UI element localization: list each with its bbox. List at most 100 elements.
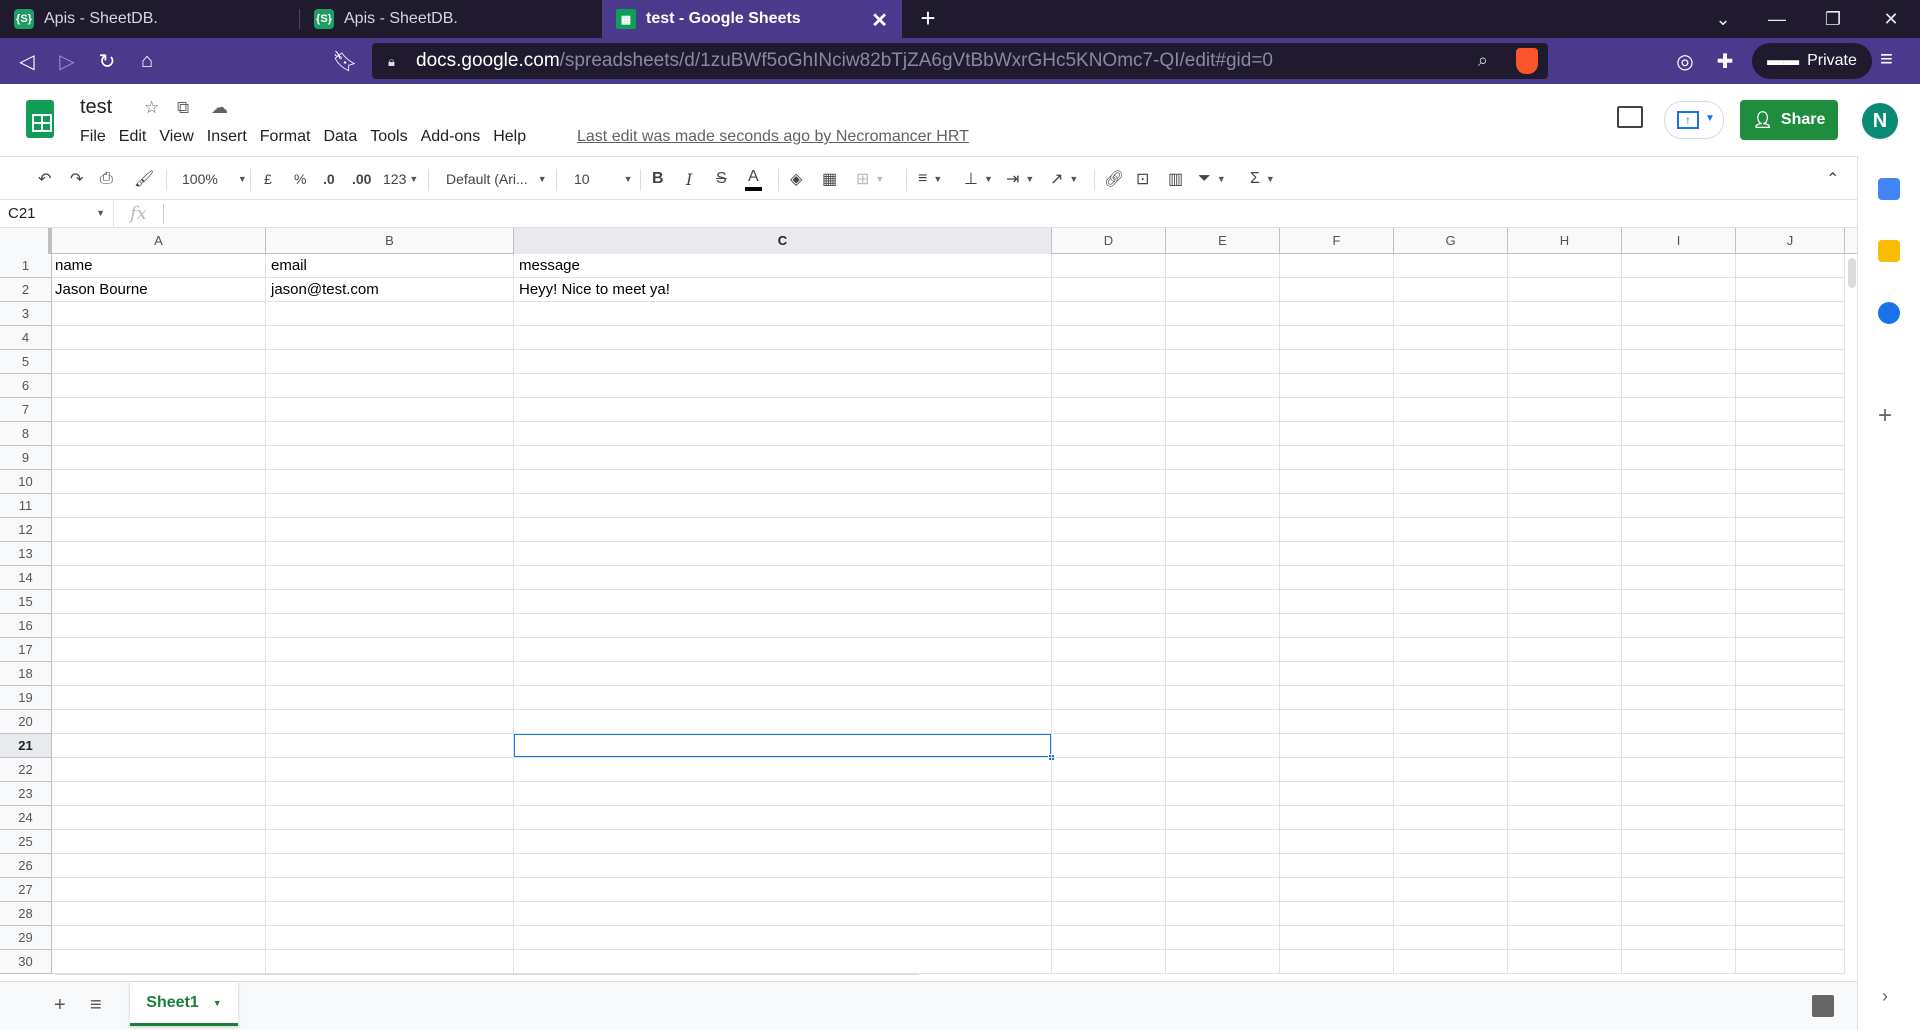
collapse-toolbar-icon[interactable]: ⌃	[1826, 167, 1839, 191]
incognito-extension-icon[interactable]: ◎	[1670, 46, 1700, 76]
cell-C2[interactable]: Heyy! Nice to meet ya!	[516, 281, 670, 298]
zoom-select[interactable]: 100% ▼	[182, 167, 247, 191]
new-tab-button[interactable]: +	[914, 4, 942, 32]
row-header-1[interactable]: 1	[0, 254, 52, 278]
home-button[interactable]: ⌂	[132, 46, 162, 76]
browser-menu-icon[interactable]: ≡	[1880, 46, 1893, 72]
strikethrough-button[interactable]: S	[716, 167, 727, 191]
horizontal-scrollbar-thumb[interactable]	[52, 974, 922, 975]
comments-icon[interactable]	[1617, 106, 1643, 128]
row-header-10[interactable]: 10	[0, 470, 52, 494]
horizontal-align-icon[interactable]: ≡ ▼	[918, 167, 942, 191]
row-header-8[interactable]: 8	[0, 422, 52, 446]
column-header-D[interactable]: D	[1052, 228, 1166, 254]
minimize-button[interactable]: —	[1752, 0, 1802, 38]
column-header-B[interactable]: B	[266, 228, 514, 254]
row-header-5[interactable]: 5	[0, 350, 52, 374]
column-header-F[interactable]: F	[1280, 228, 1394, 254]
tab-search-icon[interactable]: ⌄	[1698, 0, 1748, 38]
row-header-22[interactable]: 22	[0, 758, 52, 782]
font-size-select[interactable]: 10 ▼	[574, 167, 633, 191]
font-select[interactable]: Default (Ari... ▼	[446, 167, 547, 191]
row-header-30[interactable]: 30	[0, 950, 52, 974]
row-header-18[interactable]: 18	[0, 662, 52, 686]
account-avatar[interactable]: N	[1862, 103, 1898, 139]
insert-chart-icon[interactable]: ▥	[1168, 167, 1183, 191]
row-header-7[interactable]: 7	[0, 398, 52, 422]
menu-edit[interactable]: Edit	[119, 128, 147, 146]
row-header-17[interactable]: 17	[0, 638, 52, 662]
more-formats-button[interactable]: 123 ▼	[383, 167, 418, 191]
redo-icon[interactable]: ↷	[70, 167, 83, 191]
row-header-20[interactable]: 20	[0, 710, 52, 734]
chevron-right-icon[interactable]: ›	[1882, 986, 1888, 1007]
url-text[interactable]: docs.google.com/spreadsheets/d/1zuBWf5oG…	[416, 50, 1273, 72]
close-tab-icon[interactable]: ✕	[871, 8, 888, 33]
browser-tab-2[interactable]: {S} Apis - SheetDB.	[300, 0, 602, 38]
row-header-19[interactable]: 19	[0, 686, 52, 710]
add-ons-plus-icon[interactable]: +	[1878, 402, 1892, 430]
menu-insert[interactable]: Insert	[207, 128, 247, 146]
browser-tab-1[interactable]: {S} Apis - SheetDB.	[0, 0, 300, 38]
present-button[interactable]: ↑ ▼	[1664, 101, 1724, 139]
column-header-H[interactable]: H	[1508, 228, 1622, 254]
cell-B1[interactable]: email	[268, 257, 307, 274]
row-header-29[interactable]: 29	[0, 926, 52, 950]
row-header-23[interactable]: 23	[0, 782, 52, 806]
text-color-button[interactable]: A	[745, 167, 762, 191]
column-header-C[interactable]: C	[514, 228, 1052, 254]
menu-file[interactable]: File	[80, 128, 106, 146]
row-header-27[interactable]: 27	[0, 878, 52, 902]
browser-tab-active[interactable]: ▦ test - Google Sheets ✕	[602, 0, 902, 38]
reload-button[interactable]: ↻	[92, 46, 122, 76]
row-header-28[interactable]: 28	[0, 902, 52, 926]
row-header-14[interactable]: 14	[0, 566, 52, 590]
vertical-scrollbar-thumb[interactable]	[1848, 258, 1856, 288]
percent-button[interactable]: %	[294, 167, 306, 191]
print-icon[interactable]: ⎙	[100, 167, 113, 191]
brave-shields-icon[interactable]	[1516, 48, 1538, 74]
text-wrapping-icon[interactable]: ⇥ ▼	[1006, 167, 1034, 191]
last-edit-link[interactable]: Last edit was made seconds ago by Necrom…	[577, 128, 969, 146]
name-box[interactable]: C21 ▼	[0, 200, 114, 228]
google-sheets-logo-icon[interactable]	[26, 100, 54, 138]
restore-button[interactable]: ❐	[1808, 0, 1858, 38]
column-header-A[interactable]: A	[52, 228, 266, 254]
currency-button[interactable]: £	[264, 167, 272, 191]
cell-C1[interactable]: message	[516, 257, 580, 274]
borders-icon[interactable]: ▦	[822, 167, 837, 191]
zoom-search-icon[interactable]: ⌕	[1478, 50, 1488, 71]
filter-icon[interactable]: ⏷ ▼	[1198, 167, 1226, 191]
add-sheet-icon[interactable]: +	[54, 994, 66, 1017]
document-title[interactable]: test	[80, 96, 112, 119]
forward-button[interactable]: ▷	[52, 46, 82, 76]
column-header-E[interactable]: E	[1166, 228, 1280, 254]
decrease-decimal-button[interactable]: .0	[323, 167, 335, 191]
row-header-25[interactable]: 25	[0, 830, 52, 854]
extensions-puzzle-icon[interactable]: ✚	[1710, 46, 1740, 76]
insert-link-icon[interactable]: 🔗︎	[1104, 167, 1124, 191]
column-header-G[interactable]: G	[1394, 228, 1508, 254]
cell-A2[interactable]: Jason Bourne	[52, 281, 148, 298]
calendar-icon[interactable]	[1878, 178, 1900, 200]
row-header-26[interactable]: 26	[0, 854, 52, 878]
tasks-icon[interactable]	[1878, 302, 1900, 324]
vertical-scrollbar-track[interactable]	[1845, 254, 1857, 954]
column-header-J[interactable]: J	[1736, 228, 1845, 254]
share-button[interactable]: 👤︎ Share	[1740, 100, 1838, 140]
column-header-I[interactable]: I	[1622, 228, 1736, 254]
row-header-13[interactable]: 13	[0, 542, 52, 566]
bookmark-icon[interactable]: 🔖︎	[330, 46, 360, 76]
increase-decimal-button[interactable]: .00	[352, 167, 371, 191]
row-header-6[interactable]: 6	[0, 374, 52, 398]
text-rotation-icon[interactable]: ↗ ▼	[1050, 167, 1078, 191]
window-close-button[interactable]: ✕	[1866, 0, 1916, 38]
row-header-11[interactable]: 11	[0, 494, 52, 518]
select-all-corner[interactable]	[0, 228, 52, 254]
menu-help[interactable]: Help	[493, 128, 526, 146]
explore-icon[interactable]	[1812, 995, 1834, 1017]
row-header-12[interactable]: 12	[0, 518, 52, 542]
cell-A1[interactable]: name	[52, 257, 93, 274]
menu-format[interactable]: Format	[260, 128, 311, 146]
row-header-3[interactable]: 3	[0, 302, 52, 326]
